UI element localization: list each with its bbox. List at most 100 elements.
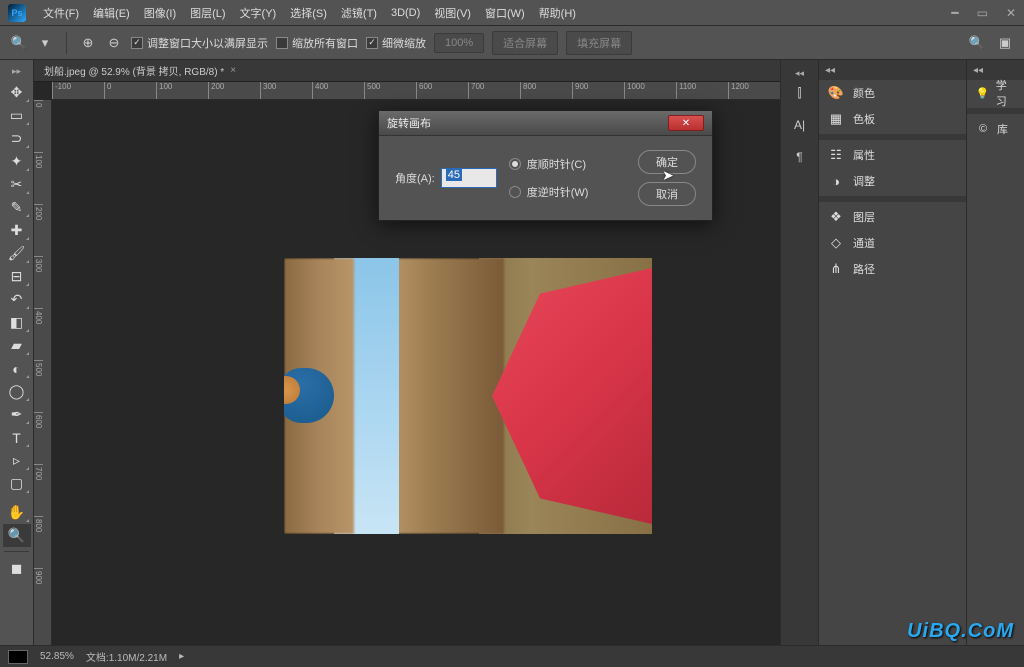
angle-input[interactable]: 45: [441, 168, 497, 188]
menu-edit[interactable]: 编辑(E): [86, 2, 137, 24]
library-label: 库: [997, 121, 1008, 137]
zoom-tool-icon[interactable]: 🔍: [10, 34, 28, 52]
fine-zoom-checkbox[interactable]: ✓细微缩放: [366, 35, 426, 51]
dialog-titlebar[interactable]: 旋转画布 ✕: [379, 111, 712, 136]
window-maximize[interactable]: ▭: [977, 6, 988, 20]
search-icon[interactable]: 🔍: [968, 34, 986, 52]
foreground-color[interactable]: ◼: [3, 557, 31, 580]
eraser-tool[interactable]: ◧: [3, 311, 31, 334]
zoom-out-icon[interactable]: ⊖: [105, 34, 123, 52]
adjustments-icon: ◑: [827, 172, 845, 190]
zoom-tool[interactable]: 🔍: [3, 524, 31, 547]
menu-file[interactable]: 文件(F): [36, 2, 86, 24]
gradient-tool[interactable]: ▰: [3, 334, 31, 357]
separator: [66, 32, 67, 54]
lasso-tool[interactable]: ⊃: [3, 127, 31, 150]
resize-to-fit-checkbox[interactable]: ✓调整窗口大小以满屏显示: [131, 35, 268, 51]
paths-icon: ⋔: [827, 260, 845, 278]
vertical-ruler: 0100200300400500600700800900: [34, 100, 52, 645]
menu-bar: Ps 文件(F) 编辑(E) 图像(I) 图层(L) 文字(Y) 选择(S) 滤…: [0, 0, 1024, 26]
panel-swatches[interactable]: ▦ 色板: [819, 106, 966, 132]
zoom-all-checkbox[interactable]: 缩放所有窗口: [276, 35, 358, 51]
panels-collapse[interactable]: ◂◂: [819, 60, 966, 80]
panel-paths[interactable]: ⋔ 路径: [819, 256, 966, 282]
menu-window[interactable]: 窗口(W): [478, 2, 532, 24]
heal-tool[interactable]: ✚: [3, 219, 31, 242]
panel-learn[interactable]: 💡学习: [967, 80, 1024, 106]
path-tool[interactable]: ▹: [3, 449, 31, 472]
move-tool[interactable]: ✥: [3, 81, 31, 104]
dock-histogram-icon[interactable]: ⫿: [786, 81, 814, 105]
menu-select[interactable]: 选择(S): [283, 2, 334, 24]
channels-icon: ◇: [827, 234, 845, 252]
zoom-100-button[interactable]: 100%: [434, 33, 484, 53]
document-tab[interactable]: 划船.jpeg @ 52.9% (背景 拷贝, RGB/8) * ×: [34, 60, 780, 82]
shape-tool[interactable]: ▢: [3, 472, 31, 495]
image-boat: [492, 268, 652, 524]
panel-swatches-label: 色板: [853, 111, 875, 127]
stamp-tool[interactable]: ⊟: [3, 265, 31, 288]
options-bar: 🔍 ▾ ⊕ ⊖ ✓调整窗口大小以满屏显示 缩放所有窗口 ✓细微缩放 100% 适…: [0, 26, 1024, 60]
learn-icon: 💡: [975, 85, 990, 101]
panel-properties[interactable]: ☷属性: [819, 142, 966, 168]
tools-panel: ▸▸ ✥ ▭ ⊃ ✦ ✂ ✎ ✚ 🖌 ⊟ ↶ ◧ ▰ ◐ ◯ ✒ T ▹ ▢ ✋…: [0, 60, 34, 645]
wand-tool[interactable]: ✦: [3, 150, 31, 173]
hand-tool[interactable]: ✋: [3, 501, 31, 524]
panel-layers[interactable]: ❖图层: [819, 204, 966, 230]
menu-image[interactable]: 图像(I): [137, 2, 183, 24]
status-zoom[interactable]: 52.85%: [40, 651, 74, 662]
blur-tool[interactable]: ◐: [3, 357, 31, 380]
menu-text[interactable]: 文字(Y): [233, 2, 284, 24]
menu-help[interactable]: 帮助(H): [532, 2, 583, 24]
cancel-button[interactable]: 取消: [638, 182, 696, 206]
dialog-title-label: 旋转画布: [387, 115, 431, 131]
close-tab-icon[interactable]: ×: [230, 65, 236, 76]
dialog-close-button[interactable]: ✕: [668, 115, 704, 131]
crop-tool[interactable]: ✂: [3, 173, 31, 196]
fit-screen-button[interactable]: 适合屏幕: [492, 31, 558, 55]
panel-properties-label: 属性: [853, 147, 875, 163]
dock-character-icon[interactable]: A|: [786, 113, 814, 137]
marquee-tool[interactable]: ▭: [3, 104, 31, 127]
brush-tool[interactable]: 🖌: [3, 242, 31, 265]
panels: ◂◂ 🎨颜色 ▦ 色板 ☷属性 ◑ 调整 ❖图层 ◇ 通道 ⋔ 路径: [818, 60, 966, 645]
menu-3d[interactable]: 3D(D): [384, 4, 427, 22]
zoom-in-icon[interactable]: ⊕: [79, 34, 97, 52]
panel-library[interactable]: ©库: [967, 116, 1024, 142]
panel-paths-label: 路径: [853, 261, 875, 277]
menu-view[interactable]: 视图(V): [427, 2, 478, 24]
app-logo: Ps: [8, 4, 26, 22]
document-tab-label: 划船.jpeg @ 52.9% (背景 拷贝, RGB/8) *: [44, 63, 224, 78]
swatches-icon: ▦: [827, 110, 845, 128]
panel-channels[interactable]: ◇ 通道: [819, 230, 966, 256]
angle-value: 45: [446, 169, 462, 181]
document-image: [284, 258, 652, 534]
dock-paragraph-icon[interactable]: ¶: [786, 145, 814, 169]
ok-button[interactable]: 确定: [638, 150, 696, 174]
eyedropper-tool[interactable]: ✎: [3, 196, 31, 219]
panel-color[interactable]: 🎨颜色: [819, 80, 966, 106]
menu-filter[interactable]: 滤镜(T): [334, 2, 384, 24]
dodge-tool[interactable]: ◯: [3, 380, 31, 403]
fill-screen-button[interactable]: 填充屏幕: [566, 31, 632, 55]
clockwise-radio[interactable]: 度顺时针(C): [509, 156, 589, 172]
status-color-swatch[interactable]: [8, 650, 28, 664]
image-trees-right: [389, 258, 504, 534]
status-arrow-icon[interactable]: ▸: [179, 651, 184, 662]
menu-layer[interactable]: 图层(L): [183, 2, 232, 24]
counter-clockwise-radio[interactable]: 度逆时针(W): [509, 184, 589, 200]
pen-tool[interactable]: ✒: [3, 403, 31, 426]
panel-channels-label: 通道: [853, 235, 875, 251]
panel-adjustments-label: 调整: [853, 173, 875, 189]
radio-icon: [509, 158, 521, 170]
type-tool[interactable]: T: [3, 426, 31, 449]
dropdown-icon[interactable]: ▾: [36, 34, 54, 52]
window-minimize[interactable]: ━: [951, 6, 958, 20]
status-doc-size: 文档:1.10M/2.21M: [86, 649, 167, 664]
workspace-icon[interactable]: ▣: [996, 34, 1014, 52]
rotate-canvas-dialog: 旋转画布 ✕ 角度(A): 45 度顺时针(C) 度逆时针(W) 确定 取消: [378, 110, 713, 221]
window-close[interactable]: ✕: [1006, 6, 1016, 20]
history-brush-tool[interactable]: ↶: [3, 288, 31, 311]
panel-adjustments[interactable]: ◑ 调整: [819, 168, 966, 194]
panel-layers-label: 图层: [853, 209, 875, 225]
